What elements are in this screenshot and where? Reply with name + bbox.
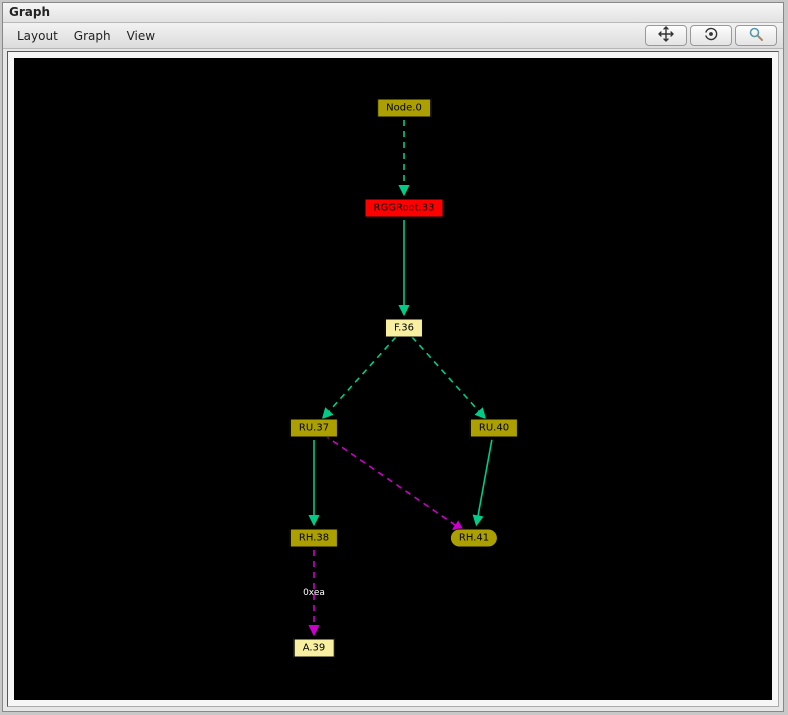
- graph-window: Graph Layout Graph View: [2, 2, 784, 712]
- edge-label: 0xea: [303, 588, 325, 598]
- zoom-button[interactable]: [735, 25, 777, 46]
- graph-node-rh38[interactable]: RH.38: [290, 529, 338, 548]
- node-label: A.39: [303, 643, 326, 654]
- move-icon: [658, 26, 674, 45]
- rotate-icon: [703, 26, 719, 45]
- graph-canvas[interactable]: Node.0 RGGRoot.33 F.36 RU.37 RU.40 RH.38…: [14, 58, 772, 700]
- graph-edge: [412, 337, 485, 418]
- magnifier-icon: [748, 26, 764, 45]
- rotate-button[interactable]: [690, 25, 732, 46]
- pan-button[interactable]: [645, 25, 687, 46]
- graph-node-rh41[interactable]: RH.41: [450, 529, 498, 548]
- edge-layer: [14, 58, 772, 700]
- graph-edge: [477, 440, 492, 524]
- node-label: RU.40: [479, 423, 509, 434]
- window-title: Graph: [3, 3, 783, 23]
- node-label: RU.37: [299, 423, 329, 434]
- node-label: RGGRoot.33: [373, 203, 434, 214]
- graph-node-ru40[interactable]: RU.40: [470, 419, 518, 438]
- node-label: Node.0: [386, 103, 422, 114]
- graph-node-a39[interactable]: A.39: [294, 639, 335, 658]
- menu-view[interactable]: View: [119, 26, 163, 46]
- graph-edge: [323, 337, 396, 418]
- graph-node-rggroot[interactable]: RGGRoot.33: [364, 199, 443, 218]
- menu-graph[interactable]: Graph: [66, 26, 119, 46]
- canvas-wrap: Node.0 RGGRoot.33 F.36 RU.37 RU.40 RH.38…: [7, 51, 779, 707]
- toolbar: [645, 25, 777, 46]
- menu-layout[interactable]: Layout: [9, 26, 66, 46]
- node-label: RH.41: [459, 533, 489, 544]
- graph-edge: [324, 435, 463, 530]
- menu-bar: Layout Graph View: [3, 23, 783, 49]
- graph-node-f36[interactable]: F.36: [385, 319, 423, 338]
- graph-node-node0[interactable]: Node.0: [377, 99, 431, 118]
- node-label: RH.38: [299, 533, 329, 544]
- node-label: F.36: [394, 323, 414, 334]
- graph-node-ru37[interactable]: RU.37: [290, 419, 338, 438]
